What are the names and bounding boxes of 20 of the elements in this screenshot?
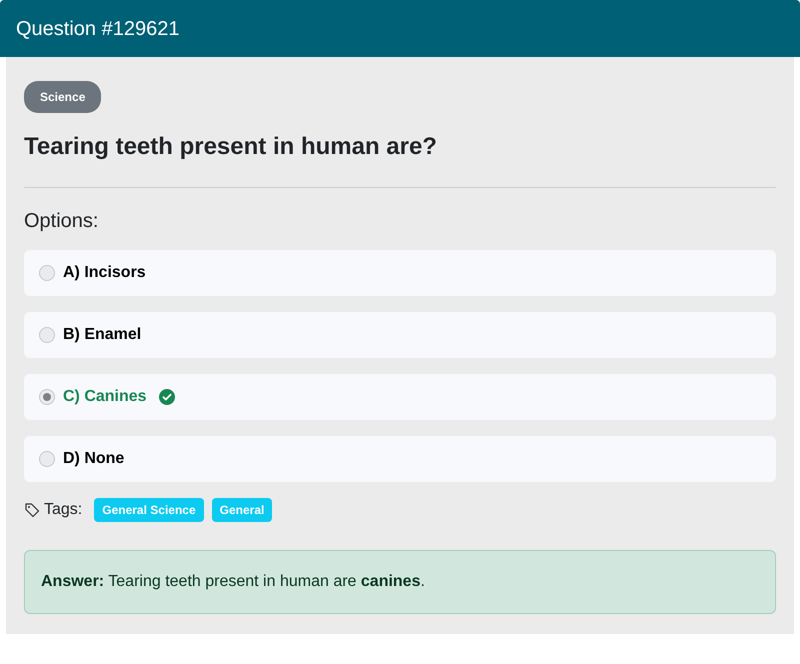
option-label: B) Enamel bbox=[63, 325, 142, 345]
option-label: A) Incisors bbox=[63, 263, 146, 283]
option-label: D) None bbox=[63, 449, 124, 469]
answer-text: Answer: Tearing teeth present in human are canines. bbox=[24, 550, 776, 614]
tags-label: Tags: bbox=[44, 500, 82, 520]
option-label: C) Canines bbox=[63, 387, 147, 407]
option-row[interactable]: A) Incisors bbox=[24, 250, 776, 296]
radio-button[interactable] bbox=[39, 451, 55, 467]
page-title: Question #129621 bbox=[16, 16, 180, 40]
radio-button[interactable] bbox=[39, 327, 55, 343]
options-heading: Options: bbox=[24, 209, 100, 234]
option-row[interactable]: C) Canines bbox=[24, 374, 776, 420]
check-circle-icon bbox=[158, 389, 175, 405]
category-badge: Science bbox=[24, 81, 102, 113]
option-row[interactable]: B) Enamel bbox=[24, 312, 776, 358]
question-text: Tearing teeth present in human are? bbox=[24, 132, 438, 162]
radio-button[interactable] bbox=[39, 389, 55, 405]
option-row[interactable]: D) None bbox=[24, 436, 776, 482]
radio-button[interactable] bbox=[39, 265, 55, 281]
tag-icon bbox=[24, 502, 40, 518]
